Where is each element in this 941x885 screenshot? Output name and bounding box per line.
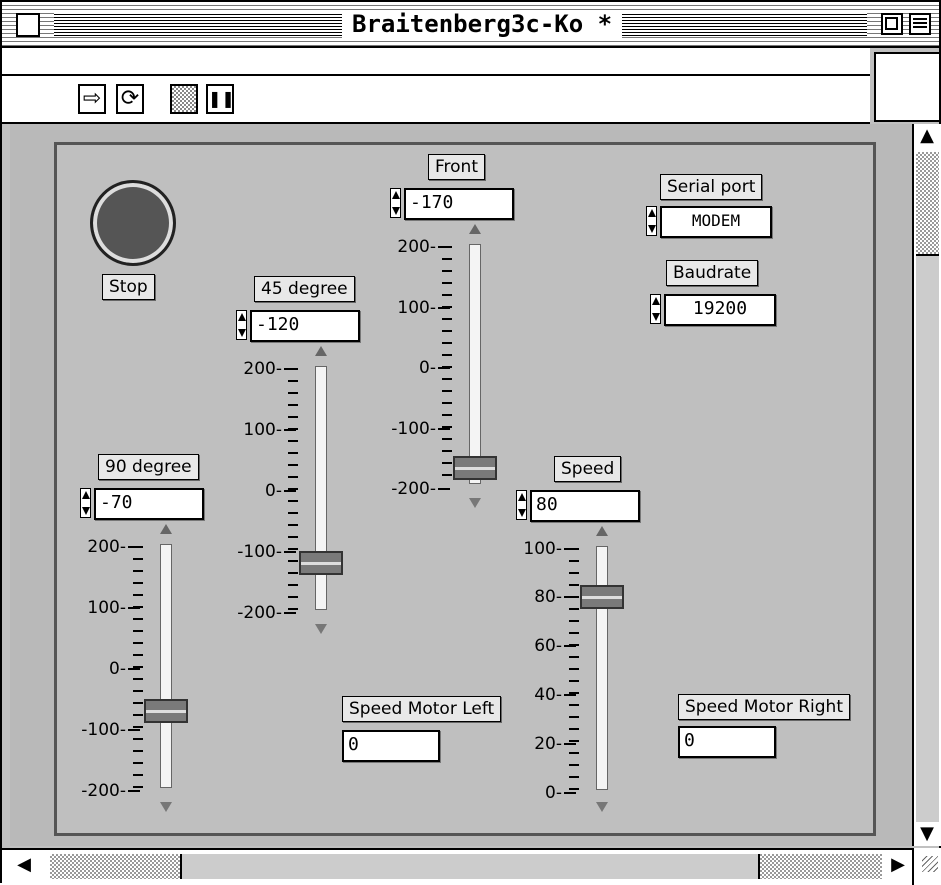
collapse-box-icon[interactable] bbox=[909, 13, 931, 35]
horizontal-scroll-thumb[interactable] bbox=[180, 854, 760, 879]
deg90-stepper[interactable] bbox=[80, 488, 91, 518]
baudrate-field[interactable]: 19200 bbox=[664, 294, 776, 326]
toolbar-strip bbox=[2, 48, 870, 76]
front-slider-knob[interactable] bbox=[453, 456, 497, 480]
front-tick-label: 200- bbox=[376, 238, 450, 256]
deg90-tick-label: 200- bbox=[66, 538, 140, 556]
speed-tick-label: 80- bbox=[502, 588, 576, 606]
deg45-tick-label: -100- bbox=[222, 543, 296, 561]
speed-tick-label: 40- bbox=[502, 686, 576, 704]
deg90-tick-label: -200- bbox=[66, 782, 140, 800]
deg90-tick-label: 0- bbox=[66, 660, 140, 678]
deg45-slider-knob[interactable] bbox=[299, 551, 343, 576]
deg45-tick-label: 200- bbox=[222, 360, 296, 378]
speed-motor-left-label: Speed Motor Left bbox=[342, 696, 502, 722]
serial-port-stepper[interactable] bbox=[646, 206, 657, 236]
scroll-right-arrow-icon[interactable]: ▶ bbox=[886, 853, 910, 877]
deg45-stepper[interactable] bbox=[236, 310, 247, 340]
deg45-tick-label: -200- bbox=[222, 604, 296, 622]
scroll-down-arrow-icon[interactable]: ▼ bbox=[915, 822, 939, 846]
scroll-left-arrow-icon[interactable]: ◀ bbox=[12, 853, 36, 877]
deg90-tick-label: -100- bbox=[66, 721, 140, 739]
preview-box bbox=[874, 52, 941, 122]
speed-tick-label: 0- bbox=[502, 784, 576, 802]
deg90-field[interactable]: -70 bbox=[94, 488, 204, 520]
vertical-scrollbar[interactable]: ▲ ▼ bbox=[912, 124, 941, 846]
scroll-up-arrow-icon[interactable]: ▲ bbox=[915, 124, 939, 148]
step-arrow-icon[interactable]: ⇨ bbox=[78, 84, 106, 114]
pause-icon[interactable]: ❚❚ bbox=[206, 84, 235, 114]
speed-slider-track[interactable] bbox=[596, 546, 608, 790]
speed-motor-right-label: Speed Motor Right bbox=[678, 694, 850, 720]
deg45-up-arrow-icon[interactable] bbox=[315, 346, 327, 356]
deg45-tick-label: 100- bbox=[222, 421, 296, 439]
deg90-down-arrow-icon[interactable] bbox=[160, 802, 172, 812]
speed-motor-left-field[interactable]: 0 bbox=[342, 730, 440, 762]
app-window: Braitenberg3c-Ko * ⇨ ⟳ ❚❚ Stop Front -17… bbox=[0, 0, 941, 885]
serial-port-field[interactable]: MODEM bbox=[660, 206, 772, 238]
close-box-icon[interactable] bbox=[16, 13, 40, 37]
stop-octagon-icon[interactable] bbox=[170, 84, 198, 114]
front-slider-track[interactable] bbox=[469, 244, 481, 484]
speed-up-arrow-icon[interactable] bbox=[596, 526, 608, 536]
deg45-tick-label: 0- bbox=[222, 482, 296, 500]
step-glyph: ⇨ bbox=[82, 86, 102, 111]
front-label: Front bbox=[428, 154, 485, 180]
run-glyph: ⟳ bbox=[120, 86, 140, 111]
front-tick-label: 100- bbox=[376, 299, 450, 317]
speed-tick-label: 100- bbox=[502, 540, 576, 558]
front-tick-label: -100- bbox=[376, 420, 450, 438]
deg90-slider-track[interactable] bbox=[160, 544, 172, 788]
speed-ticks bbox=[569, 548, 579, 792]
pause-glyph: ❚❚ bbox=[208, 89, 235, 108]
speed-field[interactable]: 80 bbox=[530, 490, 640, 522]
front-field[interactable]: -170 bbox=[404, 188, 514, 220]
deg90-up-arrow-icon[interactable] bbox=[160, 524, 172, 534]
deg90-label: 90 degree bbox=[98, 454, 199, 480]
zoom-box-icon[interactable] bbox=[881, 13, 903, 35]
baudrate-label: Baudrate bbox=[666, 260, 759, 286]
stop-button[interactable] bbox=[90, 180, 176, 266]
front-ticks bbox=[442, 246, 452, 486]
deg45-field[interactable]: -120 bbox=[250, 310, 360, 342]
stop-label: Stop bbox=[102, 274, 155, 300]
speed-stepper[interactable] bbox=[516, 490, 527, 520]
baudrate-stepper[interactable] bbox=[650, 294, 661, 324]
speed-tick-label: 20- bbox=[502, 735, 576, 753]
deg45-label: 45 degree bbox=[254, 276, 355, 302]
run-loop-icon[interactable]: ⟳ bbox=[116, 84, 144, 114]
deg90-slider-knob[interactable] bbox=[144, 698, 188, 723]
horizontal-scrollbar[interactable]: ◀ ▶ bbox=[2, 848, 912, 883]
speed-tick-label: 60- bbox=[502, 637, 576, 655]
resize-grip-icon[interactable] bbox=[912, 848, 941, 885]
speed-motor-right-field[interactable]: 0 bbox=[678, 726, 776, 758]
speed-down-arrow-icon[interactable] bbox=[596, 802, 608, 812]
deg90-tick-label: 100- bbox=[66, 599, 140, 617]
window-title: Braitenberg3c-Ko * bbox=[342, 10, 623, 38]
front-tick-label: -200- bbox=[376, 480, 450, 498]
deg45-down-arrow-icon[interactable] bbox=[315, 624, 327, 634]
title-bar[interactable]: Braitenberg3c-Ko * bbox=[2, 2, 939, 48]
front-stepper[interactable] bbox=[390, 188, 401, 218]
serial-port-label: Serial port bbox=[660, 174, 763, 200]
speed-label: Speed bbox=[554, 456, 622, 482]
front-tick-label: 0- bbox=[376, 359, 450, 377]
vertical-scroll-thumb[interactable] bbox=[916, 254, 939, 838]
front-down-arrow-icon[interactable] bbox=[469, 498, 481, 508]
speed-slider-knob[interactable] bbox=[580, 584, 624, 609]
front-up-arrow-icon[interactable] bbox=[469, 224, 481, 234]
